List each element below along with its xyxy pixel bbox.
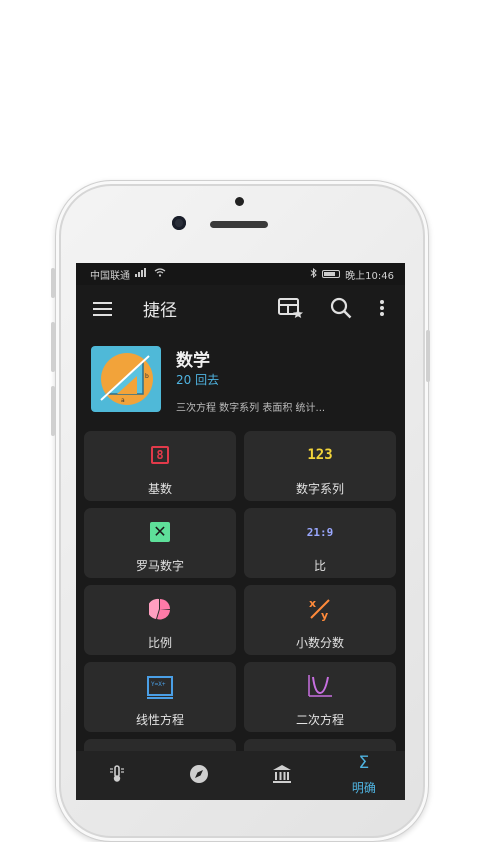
bottom-navigation: Σ 明确: [76, 751, 405, 800]
phone-volume-up: [51, 322, 55, 372]
menu-icon[interactable]: [93, 301, 112, 320]
category-image[interactable]: b a: [91, 346, 161, 412]
back-link[interactable]: 20 回去: [176, 371, 219, 388]
linear-equation-icon: Y=X+: [147, 674, 173, 699]
svg-text:y: y: [321, 609, 328, 621]
nav-tab-explore[interactable]: [158, 751, 240, 800]
nav-tab-finance[interactable]: [241, 751, 323, 800]
svg-text:a: a: [121, 397, 125, 404]
tile-roman-numerals[interactable]: ✕ 罗马数字: [84, 508, 236, 578]
wifi-icon: [154, 268, 166, 280]
more-options-icon[interactable]: [379, 299, 385, 321]
tile-label: 小数分数: [295, 636, 344, 650]
clock-label: 晚上10:46: [345, 270, 394, 282]
app-screen: 中国联通 晚上10:46 捷径 b a 数学 20 回去 三次方程 数字系列 表…: [76, 263, 405, 800]
battery-icon: [322, 270, 341, 278]
bank-icon: [272, 764, 292, 788]
tile-label: 基数: [147, 482, 172, 496]
quadratic-graph-icon: [307, 674, 333, 698]
phone-front-camera: [172, 216, 186, 230]
svg-text:b: b: [145, 373, 149, 380]
tile-decimal-fraction[interactable]: xy 小数分数: [244, 585, 396, 655]
search-icon[interactable]: [330, 297, 352, 323]
thermometer-icon: [109, 765, 125, 787]
grid-favorites-icon[interactable]: [278, 297, 304, 323]
tile-number-series[interactable]: 123 数字系列: [244, 431, 396, 501]
tile-linear-equation[interactable]: Y=X+ 线性方程: [84, 662, 236, 732]
roman-x-icon: ✕: [150, 520, 170, 544]
phone-volume-down: [51, 386, 55, 436]
number-series-icon: 123: [307, 447, 333, 463]
tile-quadratic-equation[interactable]: 二次方程: [244, 662, 396, 732]
pie-chart-icon: [149, 597, 171, 621]
sigma-icon: Σ: [358, 753, 370, 773]
tile-proportion[interactable]: 比例: [84, 585, 236, 655]
tile-label: 罗马数字: [135, 559, 184, 573]
svg-text:x: x: [309, 597, 316, 610]
tile-ratio[interactable]: 21:9 比: [244, 508, 396, 578]
tile-cardinal[interactable]: 8 基数: [84, 431, 236, 501]
phone-power-button: [426, 330, 430, 382]
page-title: 捷径: [143, 301, 177, 321]
fraction-icon: xy: [308, 597, 332, 621]
status-bar: 中国联通 晚上10:46: [76, 263, 405, 285]
digit-8-icon: 8: [151, 443, 169, 467]
signal-icon: [135, 268, 149, 280]
phone-silent-switch: [51, 268, 55, 298]
nav-active-label: 明确: [351, 781, 376, 795]
nav-tab-math[interactable]: Σ 明确: [323, 751, 405, 800]
compass-icon: [189, 764, 209, 788]
app-bar: 捷径: [76, 285, 405, 333]
carrier-label: 中国联通: [90, 270, 130, 282]
tile-label: 比例: [147, 636, 172, 650]
tile-label: 线性方程: [135, 713, 184, 727]
tile-label: 数字系列: [295, 482, 344, 496]
tile-label: 比: [313, 559, 326, 573]
tile-label: 二次方程: [295, 713, 344, 727]
nav-tab-tools[interactable]: [76, 751, 158, 800]
tools-grid: 8 基数 123 数字系列 ✕ 罗马数字 21:9 比 比例 x y 小数分数 …: [84, 431, 397, 800]
phone-speaker: [210, 221, 268, 228]
category-description: 三次方程 数字系列 表面积 统计...: [176, 403, 326, 414]
bluetooth-icon: [310, 267, 317, 281]
phone-proximity-sensor: [235, 197, 244, 206]
ratio-icon: 21:9: [306, 525, 334, 539]
category-title: 数学: [176, 351, 210, 371]
